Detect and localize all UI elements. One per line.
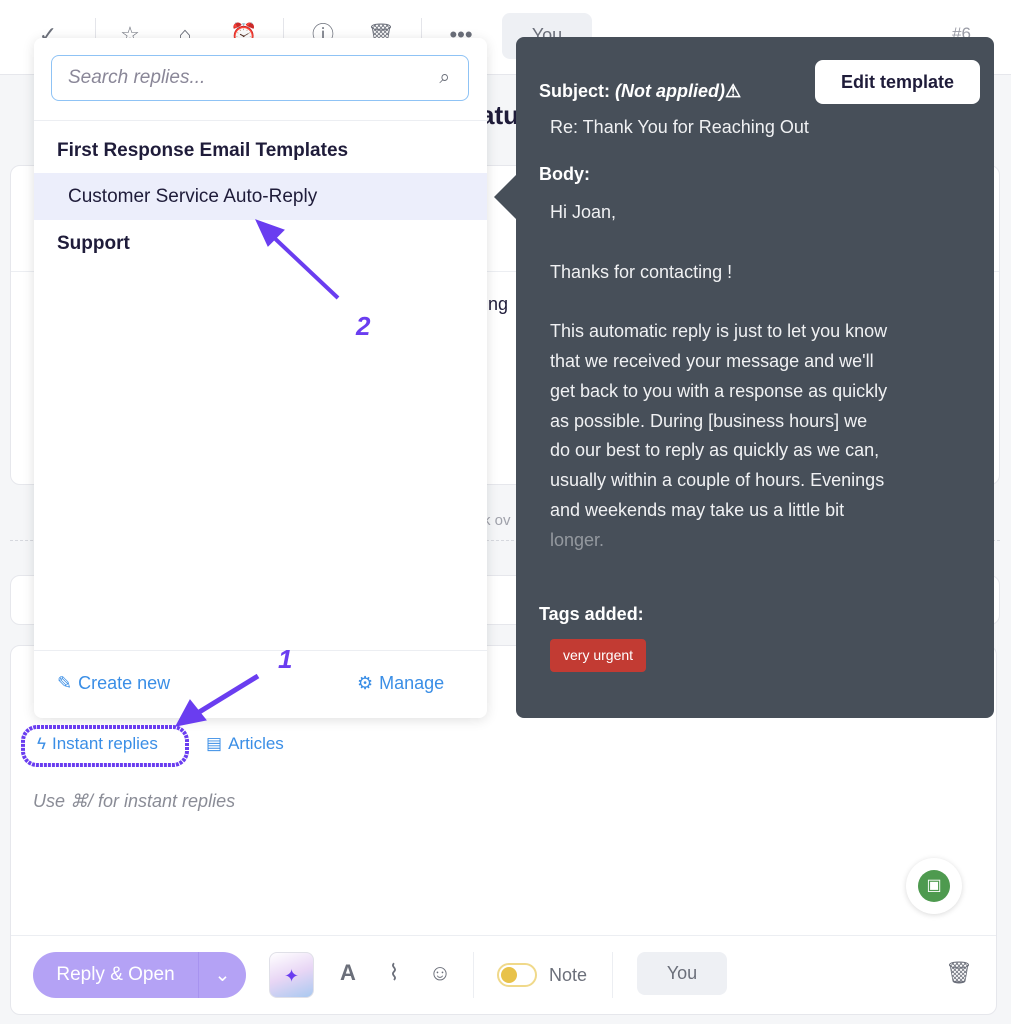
annotation-label-2: 2 bbox=[355, 311, 371, 341]
annotation-arrow-2 bbox=[266, 230, 340, 300]
annotation-overlay: 2 1 bbox=[21, 219, 371, 767]
annotation-label-1: 1 bbox=[278, 644, 292, 674]
annotation-circle bbox=[21, 725, 189, 767]
annotation-arrow-1 bbox=[194, 673, 260, 717]
